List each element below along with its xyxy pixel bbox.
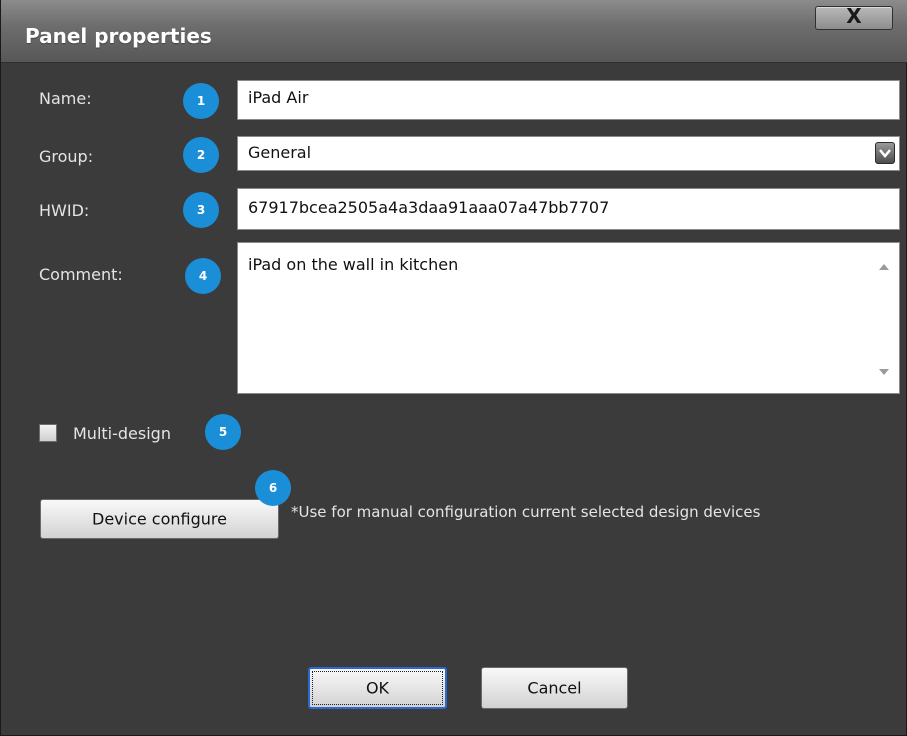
annotation-badge-5: 5 [205, 414, 241, 450]
comment-label: Comment: [39, 265, 123, 284]
name-label: Name: [39, 89, 92, 108]
group-select[interactable]: General [237, 136, 900, 171]
chevron-down-icon [879, 149, 891, 158]
dropdown-button[interactable] [875, 142, 895, 164]
dialog-title: Panel properties [25, 24, 212, 48]
close-button[interactable]: X [815, 4, 893, 30]
hwid-label: HWID: [39, 201, 90, 220]
ok-button[interactable]: OK [308, 667, 447, 709]
cancel-button[interactable]: Cancel [481, 667, 628, 709]
device-configure-label: Device configure [92, 509, 227, 529]
annotation-badge-1: 1 [183, 83, 219, 119]
hwid-value: 67917bcea2505a4a3daa91aaa07a47bb7707 [248, 198, 610, 217]
annotation-badge-6: 6 [255, 470, 291, 506]
close-icon: X [846, 4, 862, 28]
comment-value: iPad on the wall in kitchen [248, 255, 459, 274]
annotation-badge-3: 3 [183, 192, 219, 228]
group-value: General [248, 143, 312, 162]
comment-textarea[interactable]: iPad on the wall in kitchen [237, 242, 900, 394]
cancel-label: Cancel [527, 678, 582, 698]
annotation-badge-4: 4 [185, 258, 221, 294]
name-input[interactable]: iPad Air [237, 80, 900, 120]
multi-design-checkbox[interactable] [39, 424, 57, 442]
annotation-badge-2: 2 [183, 137, 219, 173]
multi-design-label: Multi-design [73, 424, 171, 443]
name-value: iPad Air [248, 88, 309, 107]
title-bar[interactable]: Panel properties X [1, 0, 907, 63]
scroll-down-arrow-icon[interactable] [879, 369, 889, 375]
group-label: Group: [39, 147, 94, 166]
panel-properties-dialog: Panel properties X Name: 1 iPad Air Grou… [0, 0, 907, 736]
scroll-up-arrow-icon[interactable] [879, 264, 889, 270]
ok-label: OK [365, 678, 390, 698]
device-configure-note: *Use for manual configuration current se… [291, 503, 761, 521]
device-configure-button[interactable]: Device configure [40, 499, 279, 539]
hwid-input[interactable]: 67917bcea2505a4a3daa91aaa07a47bb7707 [237, 188, 900, 230]
